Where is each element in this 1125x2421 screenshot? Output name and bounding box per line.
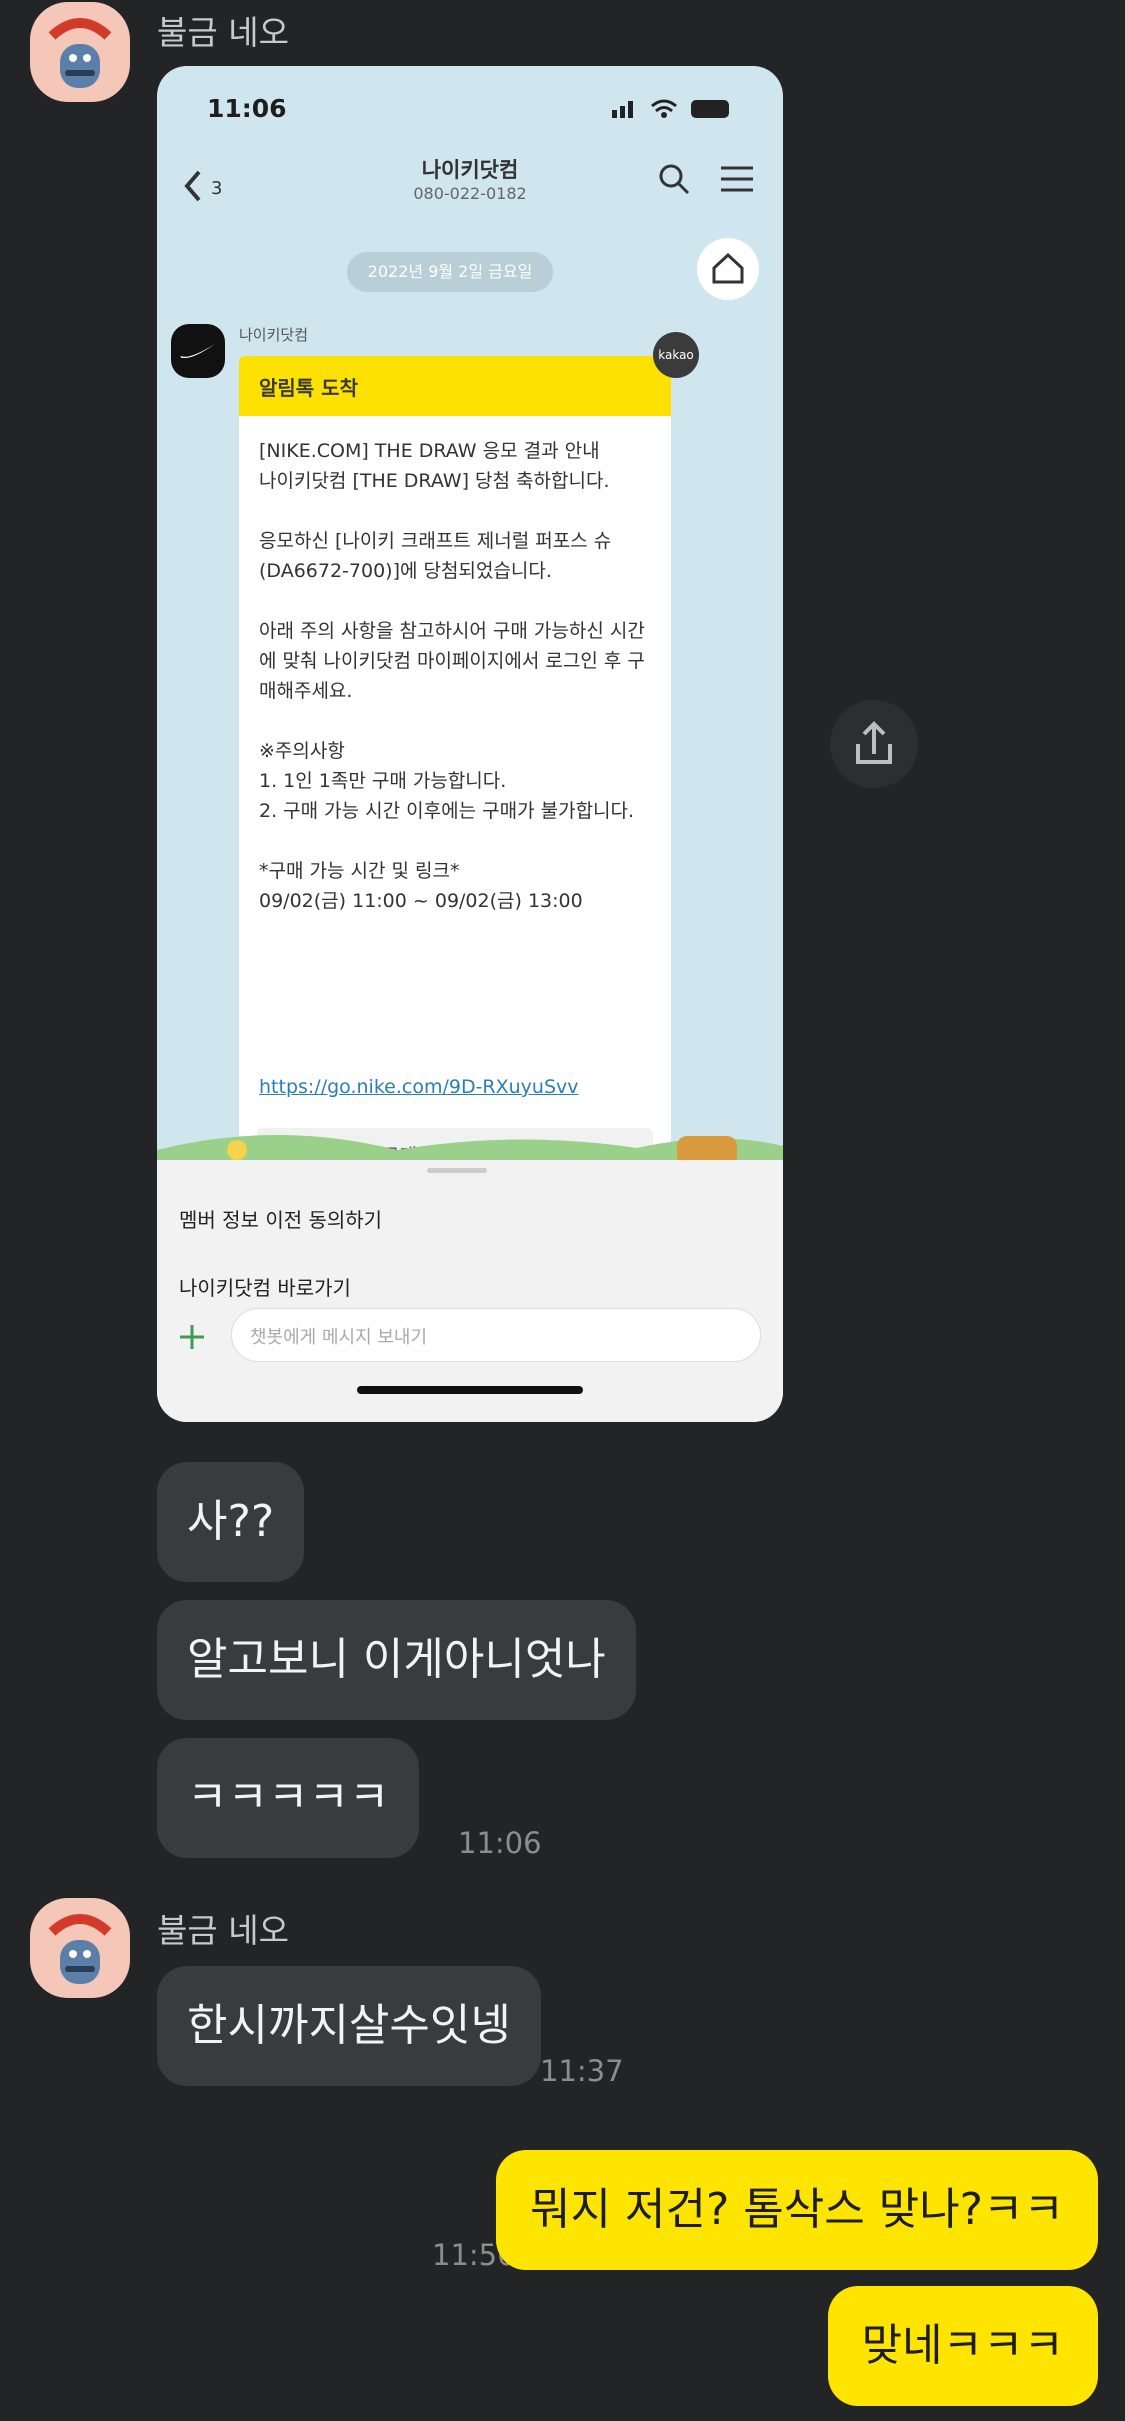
message-time: 11:06 (458, 1826, 542, 1860)
menu-nike-shortcut[interactable]: 나이키닷컴 바로가기 (179, 1272, 351, 1301)
menu-icon[interactable] (719, 164, 755, 194)
search-icon[interactable] (657, 162, 691, 196)
sender-name: 불금 네오 (157, 13, 289, 52)
signal-wifi-battery-icon (612, 99, 729, 118)
chatbot-menu: 멤버 정보 이전 동의하기 나이키닷컴 바로가기 챗봇에게 메시지 보내기 (157, 1160, 783, 1422)
drag-handle[interactable] (427, 1168, 487, 1173)
incoming-bubble[interactable]: 알고보니 이게아니엇나 (157, 1600, 636, 1720)
sender-name: 불금 네오 (157, 1911, 289, 1950)
avatar[interactable] (30, 1898, 130, 1998)
message-input[interactable]: 챗봇에게 메시지 보내기 (231, 1308, 761, 1362)
home-indicator (357, 1386, 583, 1394)
home-button[interactable] (697, 238, 759, 300)
neo-avatar-icon (30, 2, 130, 102)
alimtalk-title: 알림톡 도착 (259, 376, 358, 400)
home-icon (712, 252, 744, 284)
neo-avatar-icon (30, 1898, 130, 1998)
share-button[interactable] (830, 700, 918, 788)
incoming-bubble[interactable]: 사?? (157, 1462, 305, 1582)
kakao-badge: kakao (653, 332, 699, 378)
date-chip: 2022년 9월 2일 금요일 (347, 252, 553, 292)
share-icon (856, 721, 892, 764)
avatar[interactable] (30, 2, 130, 102)
channel-avatar (171, 324, 225, 378)
input-placeholder: 챗봇에게 메시지 보내기 (250, 1327, 428, 1348)
purchase-link[interactable]: https://go.nike.com/9D-RXuyuSvv (259, 1076, 579, 1098)
menu-member-transfer[interactable]: 멤버 정보 이전 동의하기 (179, 1204, 382, 1233)
plus-icon[interactable] (177, 1322, 207, 1352)
outgoing-bubble[interactable]: 맞네ㅋㅋㅋ (827, 2286, 1098, 2406)
nike-logo-icon (180, 344, 215, 358)
incoming-bubble[interactable]: ㅋㅋㅋㅋㅋ (157, 1738, 420, 1858)
alimtalk-body: [NIKE.COM] THE DRAW 응모 결과 안내 나이키닷컴 [THE … (259, 440, 645, 912)
incoming-bubble[interactable]: 한시까지살수잇넹 (157, 1966, 541, 2086)
shared-screenshot[interactable]: 11:06 3 나이키닷컴 080-022-0182 2022년 9월 2일 금… (157, 66, 783, 1422)
outgoing-bubble[interactable]: 뭐지 저건? 톰삭스 맞나?ㅋㅋ (496, 2150, 1098, 2270)
status-time: 11:06 (207, 94, 287, 123)
alimtalk-header: 알림톡 도착 (239, 356, 671, 416)
alimtalk-card: [NIKE.COM] THE DRAW 응모 결과 안내 나이키닷컴 [THE … (239, 416, 671, 1206)
channel-name: 나이키닷컴 (239, 326, 309, 344)
message-time: 11:37 (540, 2054, 624, 2088)
